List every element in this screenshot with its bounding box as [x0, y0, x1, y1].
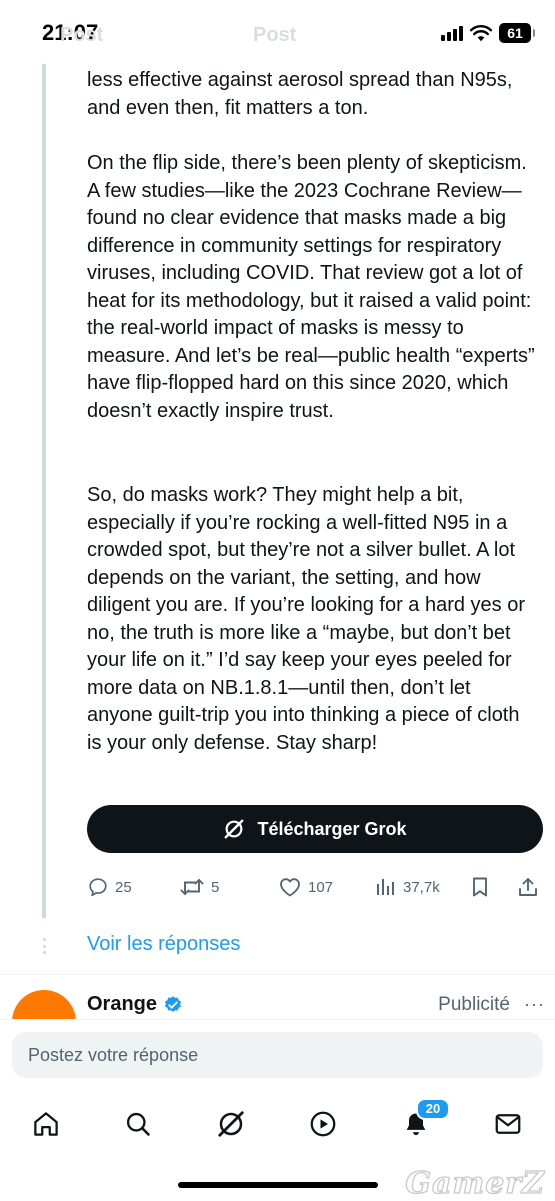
post-paragraph: So, do masks work? They might help a bit…: [87, 482, 537, 757]
ad-author-name: Orange: [87, 993, 158, 1015]
more-options-icon[interactable]: ···: [524, 994, 545, 1015]
bookmark-action[interactable]: [470, 872, 490, 902]
ad-sponsored-label: Publicité: [438, 994, 510, 1015]
bottom-navigation: 20: [0, 1098, 555, 1146]
repost-count: 5: [211, 878, 220, 896]
views-count: 37,7k: [403, 878, 440, 896]
post-paragraph: On the flip side, there’s been plenty of…: [87, 150, 537, 425]
nav-grok[interactable]: [211, 1106, 251, 1142]
share-action[interactable]: [517, 872, 539, 902]
home-icon: [34, 1112, 58, 1136]
views-action[interactable]: 37,7k: [375, 872, 440, 902]
search-icon: [126, 1112, 150, 1136]
notifications-badge: 20: [416, 1098, 450, 1120]
video-play-icon: [310, 1111, 336, 1137]
header-ghost-title: Post: [253, 24, 297, 46]
reply-count: 25: [115, 878, 132, 896]
battery-icon: 61: [499, 23, 535, 43]
like-action[interactable]: 107: [278, 872, 333, 902]
ad-author[interactable]: Orange: [87, 993, 183, 1016]
nav-video[interactable]: [303, 1106, 343, 1142]
home-indicator[interactable]: [178, 1182, 378, 1188]
post-text-conclusion: So, do masks work? They might help a bit…: [87, 484, 526, 754]
verified-badge-icon: [165, 995, 182, 1012]
bookmark-icon: [473, 877, 487, 897]
signal-icon: [441, 25, 463, 41]
reply-action[interactable]: 25: [87, 872, 132, 902]
post-paragraph: less effective against aerosol spread th…: [87, 67, 537, 122]
thread-line: [42, 60, 46, 918]
reply-input[interactable]: [12, 1032, 543, 1078]
post-text-skepticism: On the flip side, there’s been plenty of…: [87, 152, 535, 422]
like-count: 107: [308, 878, 334, 896]
post-text-continued: less effective against aerosol spread th…: [87, 69, 513, 119]
mail-icon: [495, 1114, 521, 1134]
thread-continuation-dots: [41, 938, 47, 954]
reply-icon: [89, 878, 107, 897]
nav-search[interactable]: [118, 1106, 158, 1142]
nav-home[interactable]: [26, 1106, 66, 1142]
views-icon: [377, 879, 394, 895]
nav-messages[interactable]: [488, 1106, 528, 1142]
nav-notifications[interactable]: 20: [396, 1098, 450, 1142]
wifi-icon: [470, 24, 492, 41]
download-grok-label: Télécharger Grok: [257, 818, 407, 839]
status-bar: 21:07 Post Post 61: [0, 0, 555, 64]
post-actions: 25 5 107 37,7k: [87, 872, 547, 902]
grok-icon: [225, 819, 244, 839]
view-replies-link[interactable]: Voir les réponses: [87, 933, 240, 956]
grok-icon: [218, 1111, 244, 1137]
share-icon: [519, 878, 537, 896]
status-icons: 61: [441, 22, 535, 44]
header-ghost-back: Post: [60, 24, 104, 46]
repost-icon: [180, 879, 204, 895]
section-divider: [0, 974, 555, 975]
watermark-logo: GamerZ: [405, 1165, 545, 1201]
repost-action[interactable]: 5: [179, 872, 219, 902]
download-grok-button[interactable]: Télécharger Grok: [87, 805, 543, 853]
heart-icon: [280, 878, 300, 897]
